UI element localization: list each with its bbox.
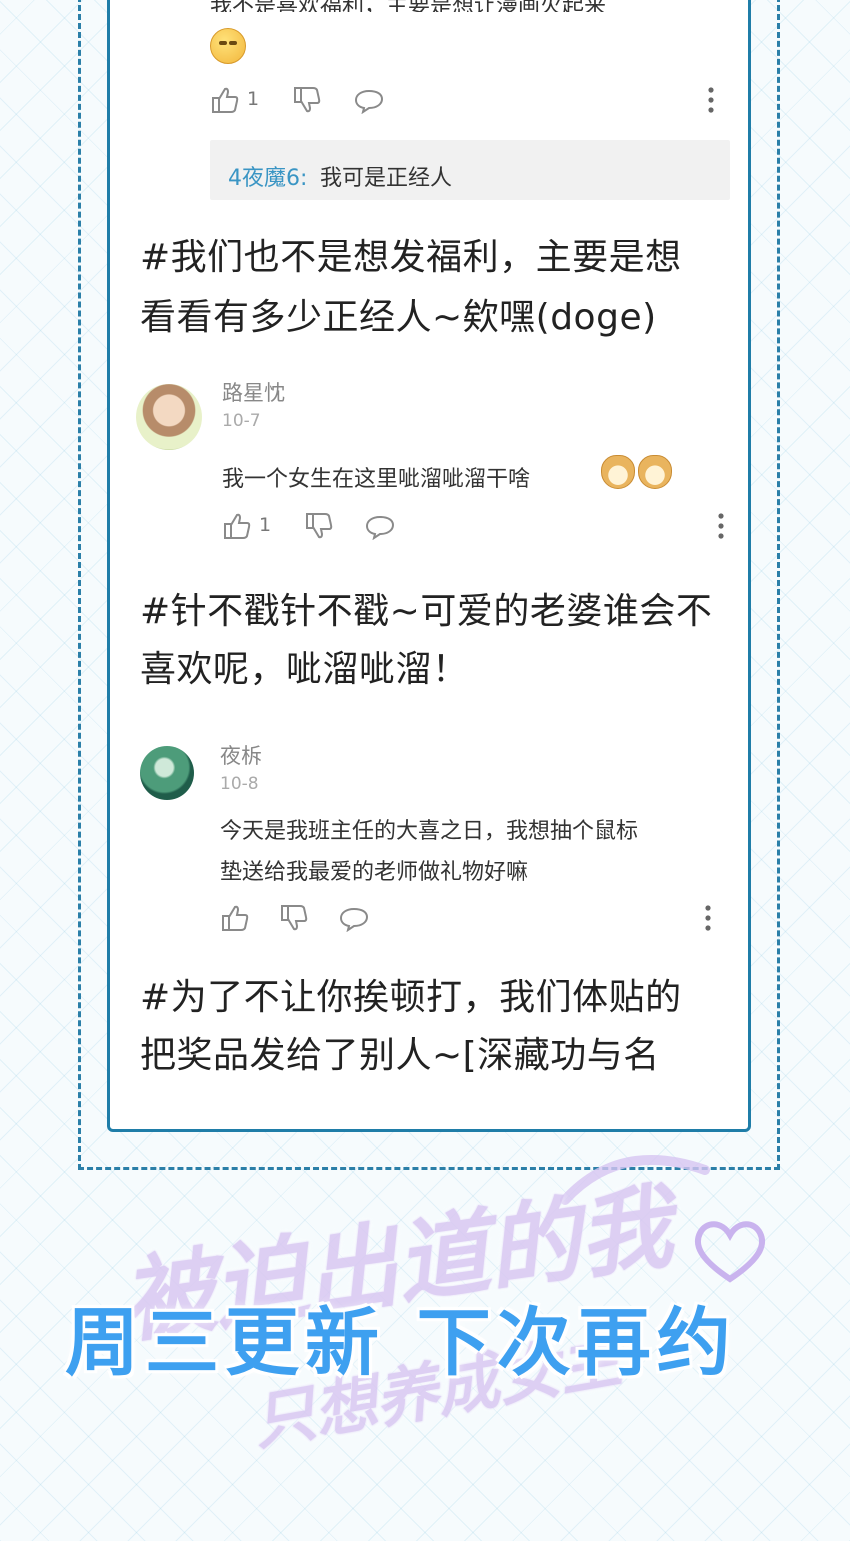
comment-bubble-icon[interactable] <box>365 514 395 540</box>
comment-text: 今天是我班主任的大喜之日，我想抽个鼠标 <box>220 819 639 844</box>
comment-bubble-icon[interactable] <box>339 906 369 932</box>
thumbs-down-icon[interactable] <box>292 86 322 114</box>
thumbs-up-icon[interactable] <box>210 86 240 114</box>
editor-note-line: #为了不让你挨顿打，我们体贴的 <box>140 977 682 1018</box>
update-banner: 周三更新 下次再约 <box>65 1300 737 1386</box>
thumbs-up-icon[interactable] <box>222 512 252 540</box>
like-count: 1 <box>259 514 272 536</box>
editor-note-line: 喜欢呢，呲溜呲溜！ <box>140 649 469 690</box>
more-vertical-icon[interactable] <box>717 512 725 540</box>
thumbs-up-icon[interactable] <box>220 904 250 932</box>
more-vertical-icon[interactable] <box>707 86 715 114</box>
avatar[interactable] <box>140 746 194 800</box>
comment-date: 10-7 <box>222 411 261 431</box>
more-vertical-icon[interactable] <box>704 904 712 932</box>
reply-text: 我可是正经人 <box>320 166 453 191</box>
doge-emoji-icon <box>638 455 672 489</box>
heart-icon <box>694 1221 766 1283</box>
like-count: 1 <box>247 88 260 110</box>
editor-note-line: 看看有多少正经人~欸嘿(doge) <box>140 297 657 338</box>
doge-emoji-icon <box>601 455 635 489</box>
thumbs-down-icon[interactable] <box>279 904 309 932</box>
editor-note-line: #针不戳针不戳~可爱的老婆谁会不 <box>140 591 713 632</box>
avatar[interactable] <box>136 384 202 450</box>
comment-bubble-icon[interactable] <box>354 88 384 114</box>
comment-text: 我不是喜欢福利，主要是想让漫画火起来 <box>210 0 606 12</box>
smirk-emoji-icon <box>210 28 246 64</box>
comment-date: 10-8 <box>220 774 259 794</box>
editor-note-line: #我们也不是想发福利，主要是想 <box>140 237 682 278</box>
comment-text: 我一个女生在这里呲溜呲溜干啥 <box>222 467 531 492</box>
reply-author-link[interactable]: 4夜魔6: <box>228 160 307 192</box>
comment-text: 垫送给我最爱的老师做礼物好嘛 <box>220 860 529 885</box>
username[interactable]: 夜柝 <box>220 740 262 770</box>
editor-note-line: 把奖品发给了别人~[深藏功与名 <box>140 1035 660 1076</box>
thumbs-down-icon[interactable] <box>304 512 334 540</box>
username[interactable]: 路星忱 <box>222 377 285 407</box>
